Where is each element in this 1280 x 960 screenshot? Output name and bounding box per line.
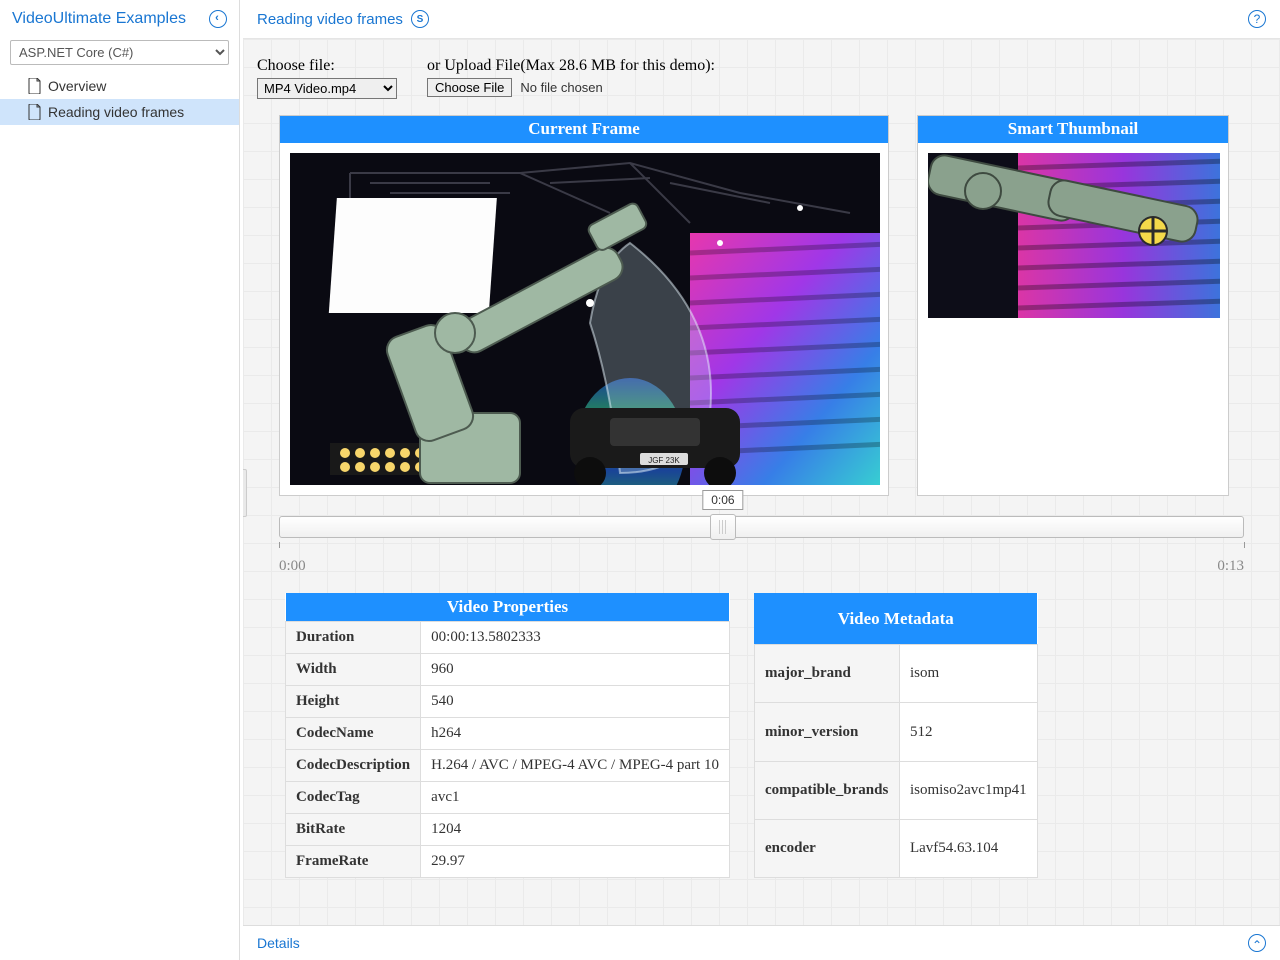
sidebar-item-label: Overview — [48, 78, 106, 94]
document-icon — [28, 78, 42, 94]
main-header: Reading video frames S ? — [243, 0, 1280, 39]
slider-start-label: 0:00 — [279, 558, 306, 575]
table-row: encoderLavf54.63.104 — [754, 819, 1037, 877]
table-row: BitRate1204 — [286, 814, 730, 846]
choose-file-label: Choose file: — [257, 57, 397, 75]
sidebar-item-label: Reading video frames — [48, 104, 184, 120]
slider-ticks — [279, 542, 1244, 550]
file-controls: Choose file: MP4 Video.mp4 or Upload Fil… — [257, 57, 1266, 99]
smart-thumbnail-panel: Smart Thumbnail — [917, 115, 1229, 496]
table-row: CodecTagavc1 — [286, 782, 730, 814]
sidebar-item-reading-video-frames[interactable]: Reading video frames — [0, 99, 239, 125]
details-bar[interactable]: Details — [243, 925, 1280, 960]
smart-thumbnail-image — [928, 153, 1220, 318]
table-row: FrameRate29.97 — [286, 846, 730, 878]
choose-file-button[interactable]: Choose File — [427, 78, 512, 97]
video-properties-table: Video Properties Duration00:00:13.580233… — [285, 593, 730, 878]
video-metadata-table: Video Metadata major_brandisom minor_ver… — [754, 593, 1038, 878]
sidebar-title: VideoUltimate Examples — [12, 10, 186, 28]
framework-select[interactable]: ASP.NET Core (C#) — [10, 40, 229, 65]
time-slider[interactable]: 0:06 — [279, 516, 1244, 538]
svg-text:JGF 23K: JGF 23K — [648, 456, 680, 465]
slider-tooltip: 0:06 — [702, 490, 743, 510]
current-frame-image: JGF 23K — [290, 153, 880, 485]
sidebar-item-overview[interactable]: Overview — [0, 73, 239, 99]
sidebar: VideoUltimate Examples ASP.NET Core (C#)… — [0, 0, 240, 960]
smart-thumbnail-title: Smart Thumbnail — [918, 116, 1228, 143]
upload-file-label: or Upload File(Max 28.6 MB for this demo… — [427, 57, 715, 75]
sidebar-nav: Overview Reading video frames — [0, 73, 239, 125]
table-row: minor_version512 — [754, 703, 1037, 761]
slider-end-label: 0:13 — [1217, 558, 1244, 575]
source-code-icon[interactable]: S — [411, 10, 429, 28]
collapse-sidebar-icon[interactable] — [209, 10, 227, 28]
current-frame-title: Current Frame — [280, 116, 888, 143]
details-label: Details — [257, 935, 300, 951]
splitter-handle[interactable] — [243, 469, 247, 517]
help-icon[interactable]: ? — [1248, 10, 1266, 28]
table-row: CodecDescriptionH.264 / AVC / MPEG-4 AVC… — [286, 750, 730, 782]
content-area: Choose file: MP4 Video.mp4 or Upload Fil… — [243, 39, 1280, 925]
current-frame-panel: Current Frame — [279, 115, 889, 496]
table-row: major_brandisom — [754, 645, 1037, 703]
table-row: CodecNameh264 — [286, 718, 730, 750]
page-title: Reading video frames — [257, 11, 403, 28]
table-row: Height540 — [286, 686, 730, 718]
main: Reading video frames S ? Choose file: MP… — [240, 0, 1280, 960]
file-select[interactable]: MP4 Video.mp4 — [257, 78, 397, 99]
video-metadata-title: Video Metadata — [754, 593, 1037, 645]
slider-handle[interactable] — [710, 514, 736, 540]
document-icon — [28, 104, 42, 120]
no-file-chosen-text: No file chosen — [520, 80, 602, 95]
table-row: Duration00:00:13.5802333 — [286, 622, 730, 654]
video-properties-title: Video Properties — [286, 593, 730, 622]
expand-details-icon[interactable] — [1248, 934, 1266, 952]
table-row: compatible_brandsisomiso2avc1mp41 — [754, 761, 1037, 819]
slider-track[interactable] — [279, 516, 1244, 538]
table-row: Width960 — [286, 654, 730, 686]
